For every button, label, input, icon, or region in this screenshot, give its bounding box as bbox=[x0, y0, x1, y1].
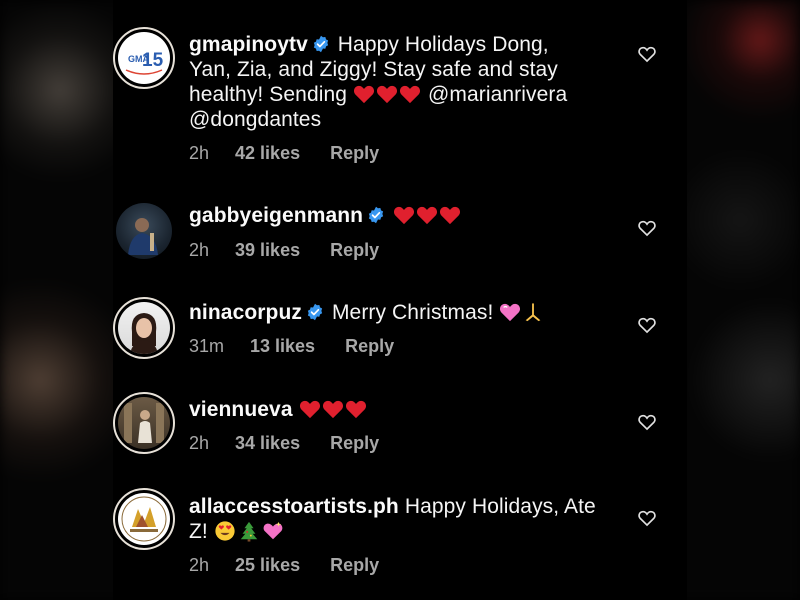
username[interactable]: viennueva bbox=[189, 398, 293, 421]
svg-text:15: 15 bbox=[142, 50, 164, 71]
avatar-photo bbox=[118, 302, 170, 354]
comment-text-line: Happy Holidays Dong, bbox=[337, 33, 549, 56]
comment-meta: 2h 25 likes Reply bbox=[189, 555, 379, 576]
heart-eyes-emoji bbox=[215, 521, 235, 541]
reply-button[interactable]: Reply bbox=[345, 336, 394, 357]
likes-count[interactable]: 13 likes bbox=[250, 336, 315, 357]
avatar[interactable]: GMA 15 bbox=[113, 27, 175, 89]
like-heart-icon[interactable] bbox=[637, 315, 657, 335]
comment-body: ninacorpuz Merry Christmas! bbox=[189, 300, 609, 325]
reply-button[interactable]: Reply bbox=[330, 433, 379, 454]
comment-text-line: Z! bbox=[189, 520, 208, 543]
red-heart-emoji bbox=[417, 206, 438, 225]
comments-panel: GMA 15 gmapinoytv Happy Holidays Dong, Y… bbox=[113, 0, 687, 600]
timestamp: 2h bbox=[189, 143, 210, 163]
avatar[interactable] bbox=[116, 203, 172, 259]
verified-badge-icon bbox=[368, 206, 384, 224]
timestamp: 31m bbox=[189, 336, 225, 356]
avatar-photo bbox=[116, 203, 172, 259]
username[interactable]: gabbyeigenmann bbox=[189, 204, 363, 227]
verified-badge-icon bbox=[307, 303, 323, 321]
username[interactable]: gmapinoytv bbox=[189, 33, 308, 56]
red-heart-emoji bbox=[376, 85, 398, 104]
comment-body: gabbyeigenmann bbox=[189, 203, 609, 228]
comment-body: allaccesstoartists.ph Happy Holidays, At… bbox=[189, 494, 609, 544]
red-heart-emoji bbox=[353, 85, 375, 104]
reply-button[interactable]: Reply bbox=[330, 555, 379, 576]
red-heart-emoji bbox=[440, 206, 461, 225]
like-heart-icon[interactable] bbox=[637, 412, 657, 432]
verified-badge-icon bbox=[313, 35, 328, 53]
like-heart-icon[interactable] bbox=[637, 218, 657, 238]
pink-heart-emoji bbox=[500, 303, 521, 322]
red-heart-emoji bbox=[394, 206, 415, 225]
sparkling-heart-emoji bbox=[263, 521, 283, 540]
comment-meta: 2h 34 likes Reply bbox=[189, 433, 379, 454]
avatar-photo bbox=[118, 397, 170, 449]
comment-text: Merry Christmas! bbox=[331, 301, 494, 324]
username[interactable]: allaccesstoartists.ph bbox=[189, 495, 399, 518]
comment-text-line: healthy! Sending bbox=[189, 83, 348, 106]
comment-body: viennueva bbox=[189, 397, 609, 422]
reply-button[interactable]: Reply bbox=[330, 240, 379, 261]
timestamp: 2h bbox=[189, 240, 210, 260]
mention-link[interactable]: @marianrivera bbox=[428, 83, 567, 106]
likes-count[interactable]: 34 likes bbox=[235, 433, 300, 454]
comment-text-line: Yan, Zia, and Ziggy! Stay safe and stay bbox=[189, 58, 558, 81]
timestamp: 2h bbox=[189, 433, 210, 453]
like-heart-icon[interactable] bbox=[637, 508, 657, 528]
likes-count[interactable]: 25 likes bbox=[235, 555, 300, 576]
like-heart-icon[interactable] bbox=[637, 44, 657, 64]
avatar[interactable] bbox=[113, 297, 175, 359]
timestamp: 2h bbox=[189, 555, 210, 575]
likes-count[interactable]: 39 likes bbox=[235, 240, 300, 261]
likes-count[interactable]: 42 likes bbox=[235, 143, 300, 164]
comment-body: gmapinoytv Happy Holidays Dong, Yan, Zia… bbox=[189, 32, 609, 132]
christmas-tree-emoji bbox=[240, 521, 258, 542]
gma-logo: GMA 15 bbox=[118, 32, 170, 84]
avatar[interactable] bbox=[113, 392, 175, 454]
username[interactable]: ninacorpuz bbox=[189, 301, 302, 324]
comment-text-line: Happy Holidays, Ate bbox=[404, 495, 596, 518]
reply-button[interactable]: Reply bbox=[330, 143, 379, 164]
comment-meta: 2h 39 likes Reply bbox=[189, 240, 379, 261]
avatar[interactable] bbox=[113, 488, 175, 550]
aata-logo bbox=[118, 493, 170, 545]
praying-hands-emoji bbox=[526, 303, 541, 322]
comment-meta: 31m 13 likes Reply bbox=[189, 336, 394, 357]
mention-link[interactable]: @dongdantes bbox=[189, 108, 321, 131]
red-heart-emoji bbox=[399, 85, 421, 104]
red-heart-emoji bbox=[322, 400, 343, 419]
red-heart-emoji bbox=[345, 400, 366, 419]
red-heart-emoji bbox=[299, 400, 320, 419]
comment-meta: 2h 42 likes Reply bbox=[189, 143, 379, 164]
